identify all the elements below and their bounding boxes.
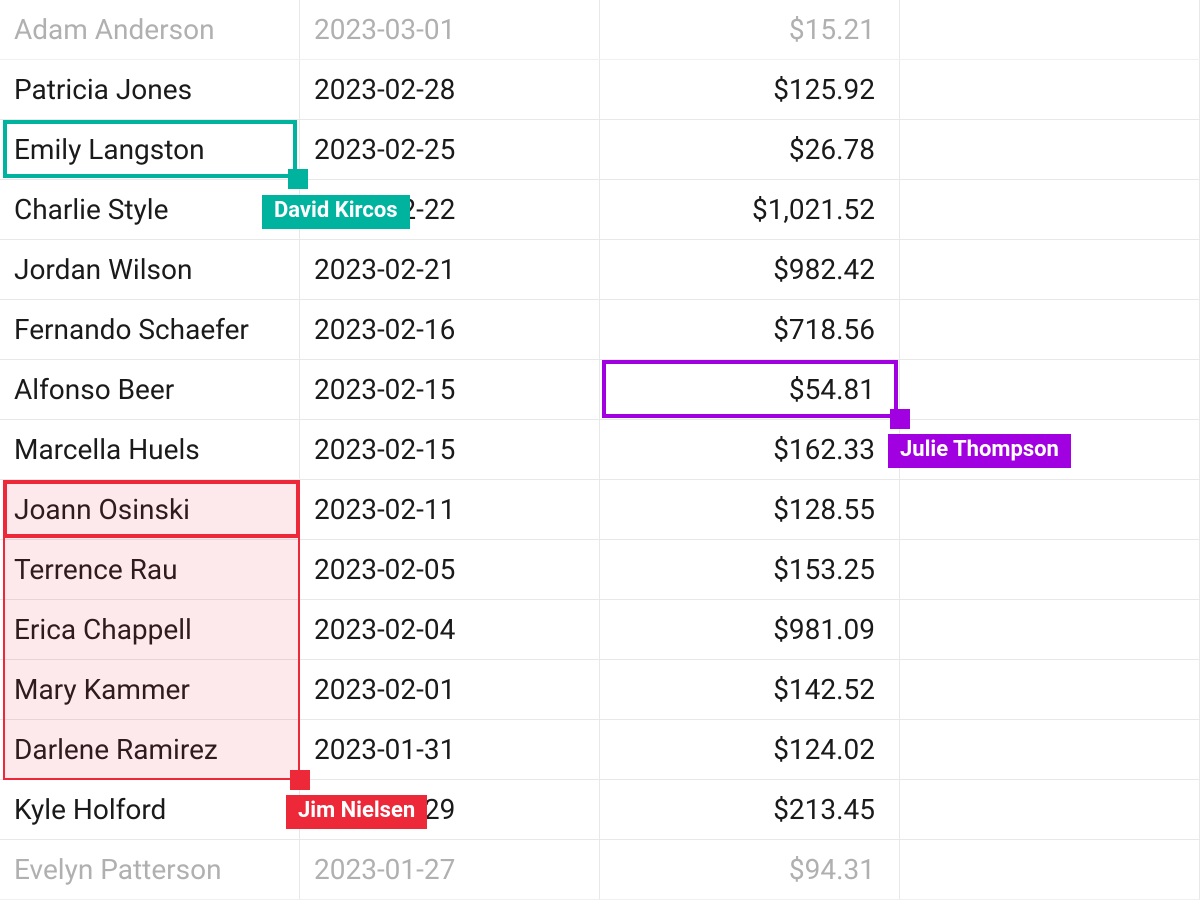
cell-amount[interactable]: $142.52 <box>600 660 900 719</box>
table-row[interactable]: Mary Kammer 2023-02-01 $142.52 <box>0 660 1200 720</box>
cell-empty[interactable] <box>900 480 1200 539</box>
table-row[interactable]: Emily Langston 2023-02-25 $26.78 <box>0 120 1200 180</box>
cell-empty[interactable] <box>900 420 1200 479</box>
cell-name[interactable]: Emily Langston <box>0 120 300 179</box>
cell-name[interactable]: Evelyn Patterson <box>0 840 300 899</box>
cell-name[interactable]: Charlie Style <box>0 180 300 239</box>
cell-amount[interactable]: $981.09 <box>600 600 900 659</box>
cell-name[interactable]: Darlene Ramirez <box>0 720 300 779</box>
cell-amount[interactable]: $124.02 <box>600 720 900 779</box>
cell-empty[interactable] <box>900 780 1200 839</box>
cell-amount[interactable]: $54.81 <box>600 360 900 419</box>
cell-date[interactable]: 2023-01-31 <box>300 720 600 779</box>
cell-date[interactable]: 2023-02-04 <box>300 600 600 659</box>
cell-amount[interactable]: $125.92 <box>600 60 900 119</box>
cell-date[interactable]: 2023-02-28 <box>300 60 600 119</box>
cell-amount[interactable]: $26.78 <box>600 120 900 179</box>
cell-amount[interactable]: $128.55 <box>600 480 900 539</box>
cell-date[interactable]: 2023-02-25 <box>300 120 600 179</box>
cell-date[interactable]: 2023-02-16 <box>300 300 600 359</box>
cell-date[interactable]: 2023-02-15 <box>300 360 600 419</box>
table-row[interactable]: Joann Osinski 2023-02-11 $128.55 <box>0 480 1200 540</box>
table-row[interactable]: Erica Chappell 2023-02-04 $981.09 <box>0 600 1200 660</box>
cell-name[interactable]: Terrence Rau <box>0 540 300 599</box>
cell-date[interactable]: 2023-02-22 <box>300 180 600 239</box>
table-row[interactable]: Evelyn Patterson 2023-01-27 $94.31 <box>0 840 1200 900</box>
cell-amount[interactable]: $718.56 <box>600 300 900 359</box>
cell-amount[interactable]: $162.33 <box>600 420 900 479</box>
cell-empty[interactable] <box>900 180 1200 239</box>
cell-name[interactable]: Patricia Jones <box>0 60 300 119</box>
cell-amount[interactable]: $94.31 <box>600 840 900 899</box>
cell-amount[interactable]: $1,021.52 <box>600 180 900 239</box>
cell-empty[interactable] <box>900 0 1200 59</box>
cell-date[interactable]: 2023-02-01 <box>300 660 600 719</box>
table-row[interactable]: Patricia Jones 2023-02-28 $125.92 <box>0 60 1200 120</box>
cell-name[interactable]: Adam Anderson <box>0 0 300 59</box>
spreadsheet-grid[interactable]: Adam Anderson 2023-03-01 $15.21 Patricia… <box>0 0 1200 900</box>
cell-date[interactable]: 2023-02-11 <box>300 480 600 539</box>
cell-name[interactable]: Alfonso Beer <box>0 360 300 419</box>
cell-empty[interactable] <box>900 120 1200 179</box>
cell-amount[interactable]: $213.45 <box>600 780 900 839</box>
table-row[interactable]: Alfonso Beer 2023-02-15 $54.81 <box>0 360 1200 420</box>
cell-empty[interactable] <box>900 600 1200 659</box>
table-row[interactable]: Terrence Rau 2023-02-05 $153.25 <box>0 540 1200 600</box>
cell-name[interactable]: Erica Chappell <box>0 600 300 659</box>
cell-name[interactable]: Fernando Schaefer <box>0 300 300 359</box>
table-row[interactable]: Darlene Ramirez 2023-01-31 $124.02 <box>0 720 1200 780</box>
cell-name[interactable]: Jordan Wilson <box>0 240 300 299</box>
table-row[interactable]: Jordan Wilson 2023-02-21 $982.42 <box>0 240 1200 300</box>
table-row[interactable]: Kyle Holford 2023-01-29 $213.45 <box>0 780 1200 840</box>
table-row[interactable]: Fernando Schaefer 2023-02-16 $718.56 <box>0 300 1200 360</box>
cell-name[interactable]: Joann Osinski <box>0 480 300 539</box>
cell-name[interactable]: Kyle Holford <box>0 780 300 839</box>
cell-amount[interactable]: $15.21 <box>600 0 900 59</box>
cell-date[interactable]: 2023-02-15 <box>300 420 600 479</box>
cell-date[interactable]: 2023-02-05 <box>300 540 600 599</box>
cell-empty[interactable] <box>900 840 1200 899</box>
cell-empty[interactable] <box>900 660 1200 719</box>
table-row[interactable]: Marcella Huels 2023-02-15 $162.33 <box>0 420 1200 480</box>
cell-empty[interactable] <box>900 240 1200 299</box>
cell-empty[interactable] <box>900 300 1200 359</box>
cell-name[interactable]: Marcella Huels <box>0 420 300 479</box>
cell-name[interactable]: Mary Kammer <box>0 660 300 719</box>
cell-date[interactable]: 2023-03-01 <box>300 0 600 59</box>
table-row[interactable]: Charlie Style 2023-02-22 $1,021.52 <box>0 180 1200 240</box>
cell-amount[interactable]: $153.25 <box>600 540 900 599</box>
cell-empty[interactable] <box>900 720 1200 779</box>
cell-amount[interactable]: $982.42 <box>600 240 900 299</box>
cell-date[interactable]: 2023-02-21 <box>300 240 600 299</box>
cell-empty[interactable] <box>900 360 1200 419</box>
cell-empty[interactable] <box>900 60 1200 119</box>
cell-empty[interactable] <box>900 540 1200 599</box>
cell-date[interactable]: 2023-01-29 <box>300 780 600 839</box>
cell-date[interactable]: 2023-01-27 <box>300 840 600 899</box>
table-row[interactable]: Adam Anderson 2023-03-01 $15.21 <box>0 0 1200 60</box>
